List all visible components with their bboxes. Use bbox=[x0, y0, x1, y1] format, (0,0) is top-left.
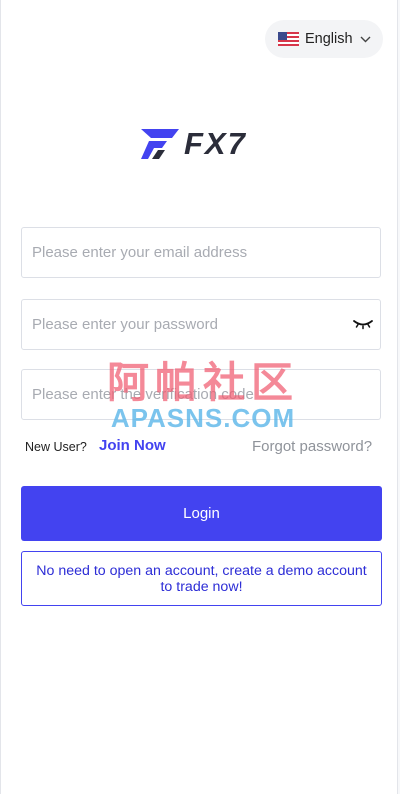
login-button[interactable]: Login bbox=[21, 486, 382, 541]
chevron-down-icon bbox=[360, 36, 371, 42]
email-input[interactable] bbox=[22, 228, 380, 277]
password-field[interactable] bbox=[21, 299, 381, 350]
language-label: English bbox=[305, 31, 353, 47]
fx7-logo-mark-icon bbox=[141, 129, 179, 159]
verification-code-input[interactable] bbox=[22, 370, 380, 419]
eye-closed-icon[interactable] bbox=[352, 317, 374, 331]
join-now-link[interactable]: Join Now bbox=[99, 437, 166, 454]
demo-account-button[interactable]: No need to open an account, create a dem… bbox=[21, 551, 382, 606]
forgot-password-link[interactable]: Forgot password? bbox=[252, 438, 372, 455]
new-user-label: New User? bbox=[25, 440, 87, 454]
logo-text: FX7 bbox=[184, 126, 247, 161]
language-selector[interactable]: English bbox=[265, 20, 383, 58]
us-flag-icon bbox=[278, 32, 299, 46]
password-input[interactable] bbox=[22, 300, 380, 349]
login-page: English FX7 New User? Join Now Forgot pa… bbox=[0, 0, 398, 794]
verification-code-field[interactable] bbox=[21, 369, 381, 420]
email-field[interactable] bbox=[21, 227, 381, 278]
brand-logo: FX7 bbox=[139, 124, 265, 164]
